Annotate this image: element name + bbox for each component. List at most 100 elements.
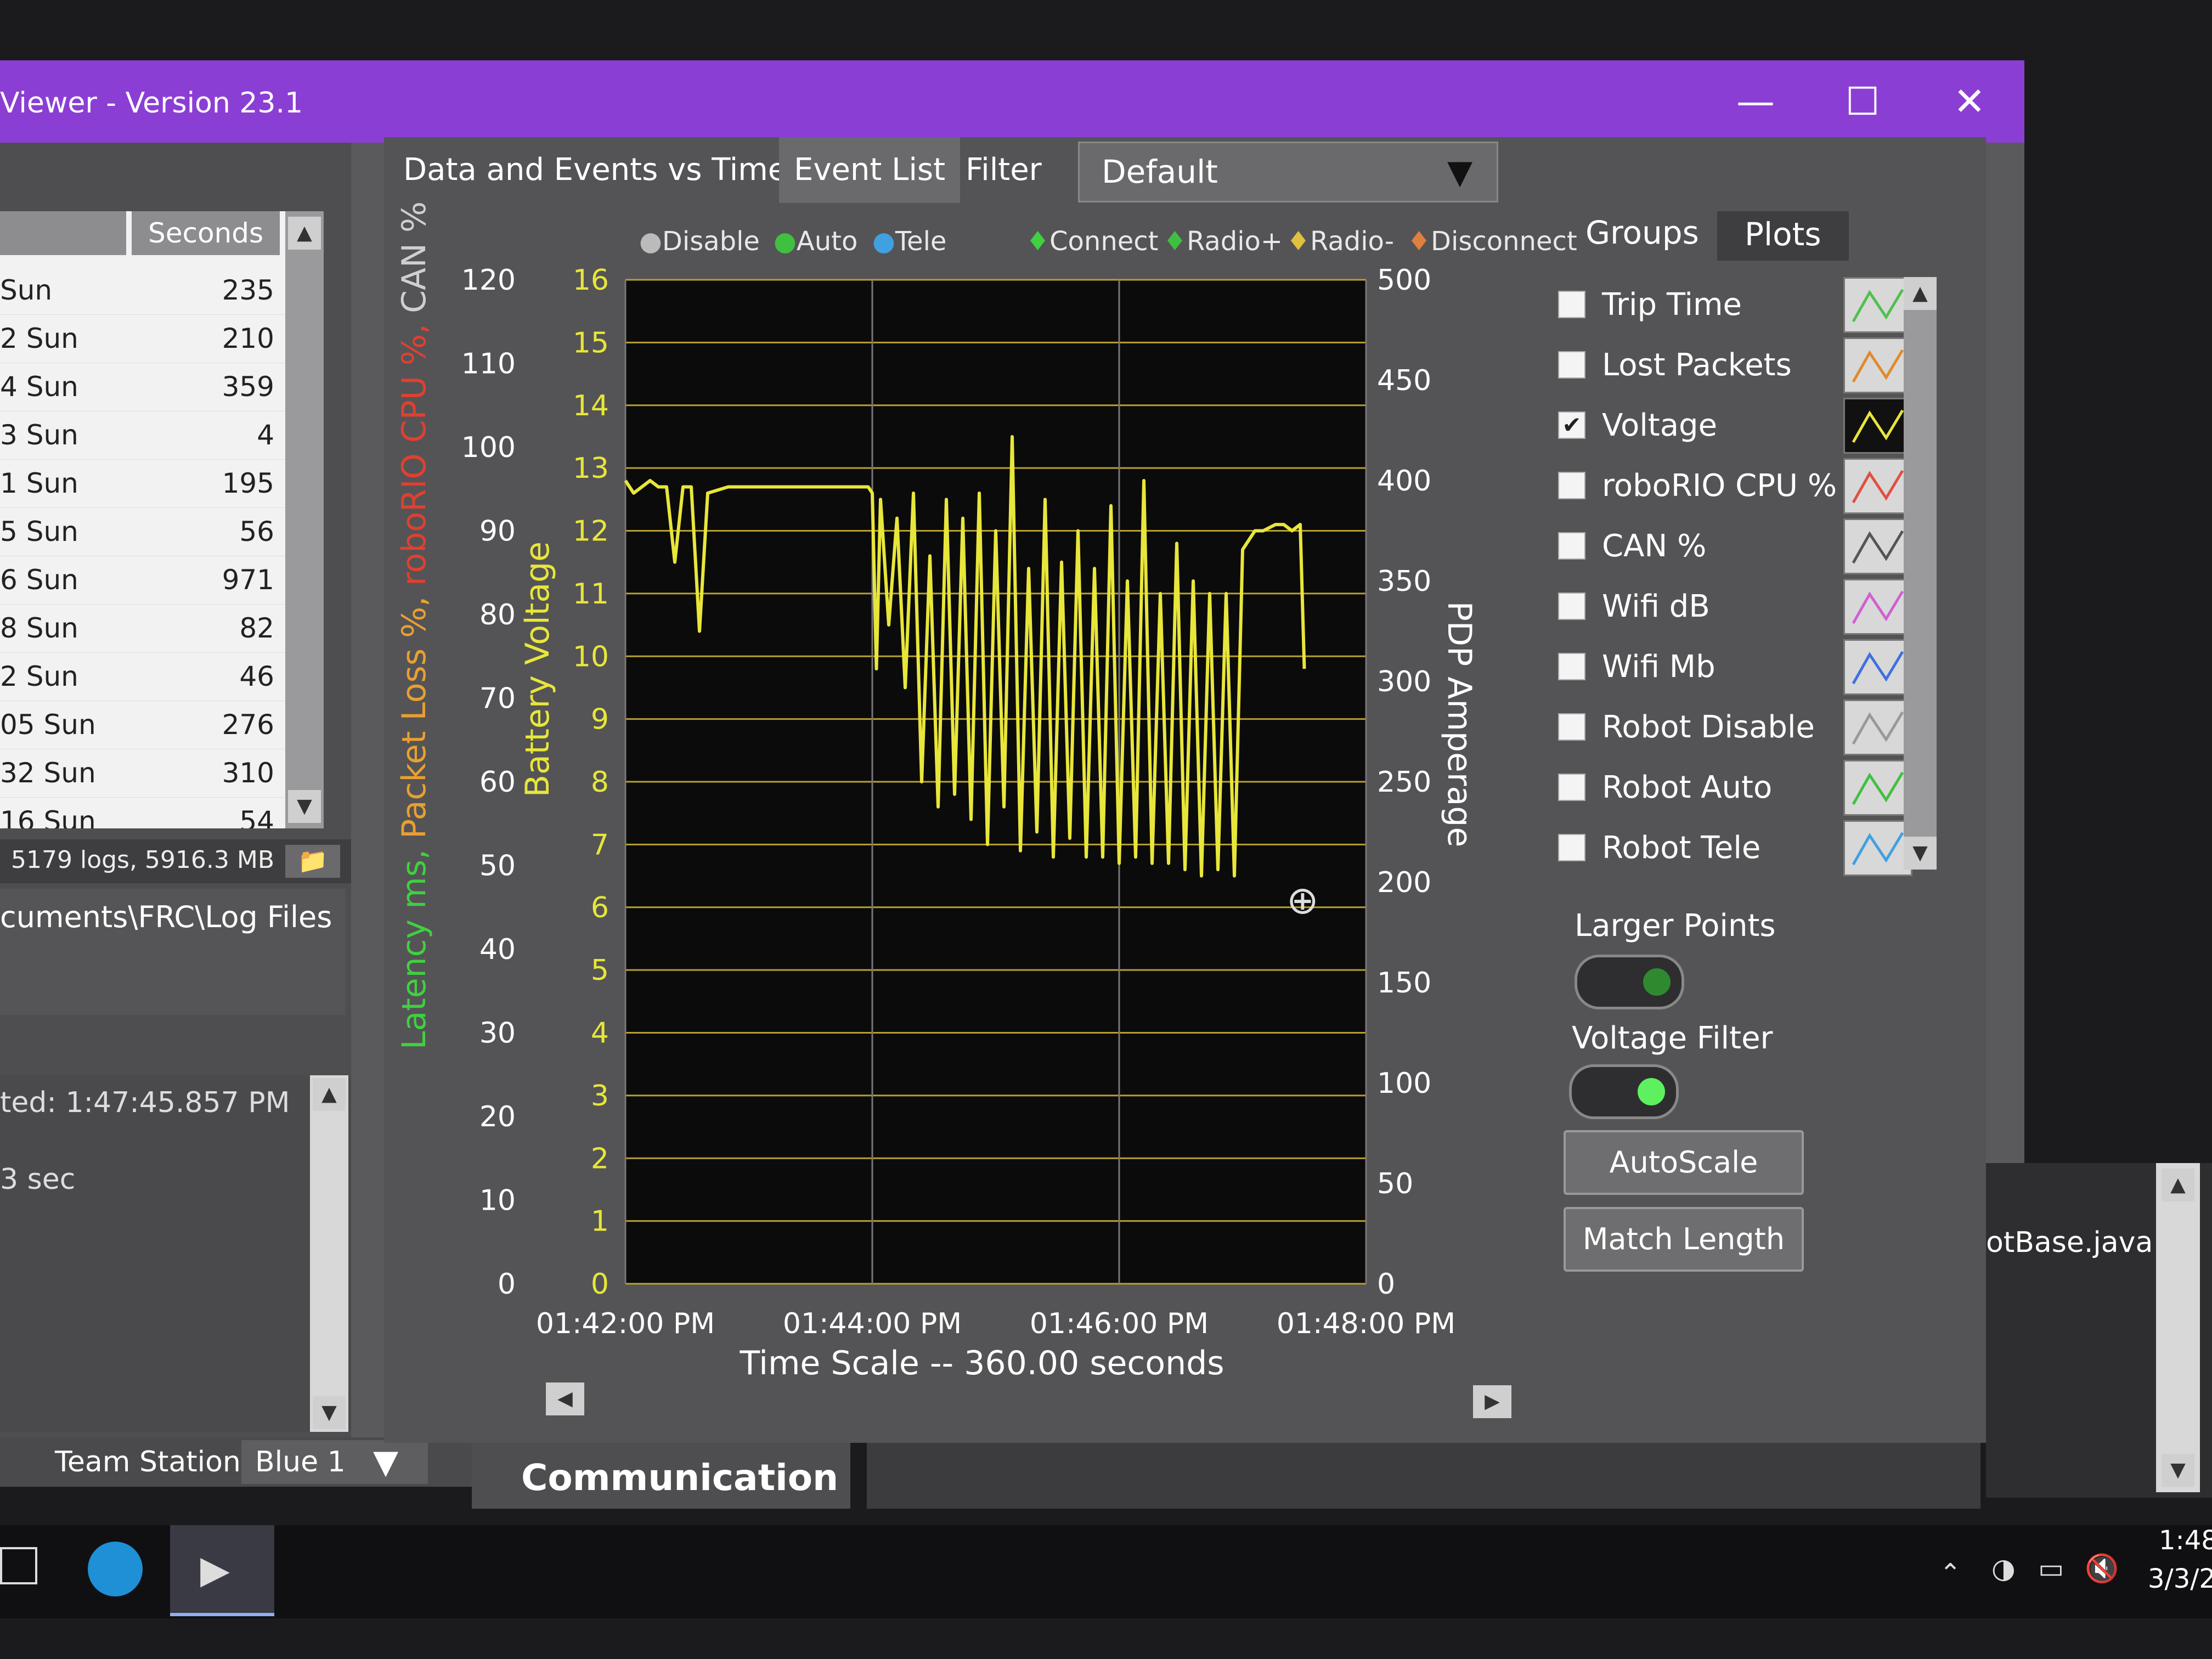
y3-tick-label: 300 xyxy=(1377,665,1431,698)
plot-toggle-row[interactable]: Robot Disable xyxy=(1558,699,1942,755)
plot-label: Lost Packets xyxy=(1602,347,1792,383)
plot-checkbox[interactable] xyxy=(1558,532,1585,560)
plot-label: Voltage xyxy=(1602,408,1718,443)
plot-checkbox[interactable] xyxy=(1558,472,1585,499)
plot-label: roboRIO CPU % xyxy=(1602,468,1837,504)
x-tick-label: 01:46:00 PM xyxy=(1030,1307,1209,1340)
voltage-filter-label: Voltage Filter xyxy=(1572,1020,1773,1056)
plot-checkbox[interactable] xyxy=(1558,774,1585,801)
plot-swatch-icon[interactable] xyxy=(1843,277,1912,333)
scroll-up-icon[interactable]: ▲ xyxy=(1904,277,1937,310)
y2-tick-label: 5 xyxy=(591,954,609,987)
taskbar: ▶ ⌃ ◑ ▭ 🔇 1:48 3/3/2 xyxy=(0,1525,2212,1618)
plot-toggle-row[interactable]: Wifi dB xyxy=(1558,579,1942,635)
wifi-icon[interactable]: ◑ xyxy=(1991,1553,2016,1584)
x-tick-label: 01:48:00 PM xyxy=(1277,1307,1455,1340)
y1-axis-title: Latency ms, Packet Loss %, roboRIO CPU %… xyxy=(395,159,433,1092)
chevron-up-icon[interactable]: ⌃ xyxy=(1939,1558,1961,1589)
y2-tick-label: 7 xyxy=(591,828,609,861)
edge-browser-icon[interactable] xyxy=(88,1542,143,1596)
y3-tick-label: 200 xyxy=(1377,866,1431,899)
plot-swatch-icon[interactable] xyxy=(1843,820,1912,876)
y1-tick-label: 110 xyxy=(461,348,516,381)
autoscale-button[interactable]: AutoScale xyxy=(1564,1130,1804,1195)
desktop-icon[interactable] xyxy=(0,1547,37,1584)
y2-tick-label: 12 xyxy=(573,515,609,548)
plot-swatch-icon[interactable] xyxy=(1843,579,1912,635)
y1-tick-label: 90 xyxy=(479,515,516,548)
plot-checkbox[interactable] xyxy=(1558,653,1585,680)
plot-toggle-row[interactable]: Lost Packets xyxy=(1558,337,1942,393)
plot-swatch-icon[interactable] xyxy=(1843,760,1912,816)
log-viewer-taskbar-icon[interactable]: ▶ xyxy=(170,1525,274,1616)
plot-label: Robot Disable xyxy=(1602,709,1815,745)
y1-tick-label: 70 xyxy=(479,682,516,715)
plot-swatch-icon[interactable] xyxy=(1843,398,1912,454)
y3-tick-label: 100 xyxy=(1377,1067,1431,1100)
y2-tick-label: 13 xyxy=(573,452,609,485)
y3-tick-label: 350 xyxy=(1377,565,1431,598)
plot-toggle-row[interactable]: ✔ Voltage xyxy=(1558,398,1942,454)
toggle-led-icon xyxy=(1643,968,1671,996)
scroll-left-icon[interactable]: ◀ xyxy=(546,1383,584,1415)
plot-toggle-row[interactable]: Wifi Mb xyxy=(1558,639,1942,695)
match-length-button[interactable]: Match Length xyxy=(1564,1207,1804,1272)
plot-checkbox[interactable] xyxy=(1558,351,1585,379)
plot-checkbox[interactable]: ✔ xyxy=(1558,411,1585,439)
plot-swatch-icon[interactable] xyxy=(1843,699,1912,755)
plots-scrollbar[interactable]: ▲ ▼ xyxy=(1904,277,1937,870)
y2-axis-title: Battery Voltage xyxy=(518,541,557,798)
x-tick-label: 01:42:00 PM xyxy=(536,1307,715,1340)
y1-title-cpu: roboRIO CPU %, xyxy=(395,313,433,586)
y2-tick-label: 10 xyxy=(573,640,609,673)
play-icon: ▶ xyxy=(200,1547,230,1592)
plot-checkbox[interactable] xyxy=(1558,713,1585,741)
y3-tick-label: 250 xyxy=(1377,766,1431,799)
y1-tick-label: 50 xyxy=(479,850,516,883)
plot-label: Robot Tele xyxy=(1602,830,1761,866)
plot-label: Wifi dB xyxy=(1602,589,1710,624)
plot-toggle-row[interactable]: Robot Auto xyxy=(1558,760,1942,816)
larger-points-toggle[interactable] xyxy=(1575,955,1684,1009)
y2-tick-label: 0 xyxy=(591,1268,609,1301)
y2-tick-label: 14 xyxy=(573,390,609,422)
plot-label: Robot Auto xyxy=(1602,770,1773,805)
y1-tick-label: 120 xyxy=(461,264,516,297)
plot-toggle-row[interactable]: CAN % xyxy=(1558,518,1942,574)
y2-tick-label: 15 xyxy=(573,326,609,359)
y2-tick-label: 9 xyxy=(591,703,609,736)
y3-tick-label: 450 xyxy=(1377,364,1431,397)
plot-swatch-icon[interactable] xyxy=(1843,337,1912,393)
y2-tick-label: 3 xyxy=(591,1080,609,1113)
x-axis-title: Time Scale -- 360.00 seconds xyxy=(740,1344,1224,1383)
plot-swatch-icon[interactable] xyxy=(1843,458,1912,514)
clock-time[interactable]: 1:48 xyxy=(2159,1525,2212,1556)
plot-swatch-icon[interactable] xyxy=(1843,518,1912,574)
plot-checkbox[interactable] xyxy=(1558,834,1585,861)
y1-tick-label: 80 xyxy=(479,599,516,631)
plot-swatch-icon[interactable] xyxy=(1843,639,1912,695)
plot-label: Wifi Mb xyxy=(1602,649,1716,685)
battery-icon[interactable]: ▭ xyxy=(2038,1553,2064,1584)
y2-tick-label: 6 xyxy=(591,891,609,924)
y2-tick-label: 8 xyxy=(591,766,609,799)
plot-label: CAN % xyxy=(1602,528,1707,564)
volume-muted-icon[interactable]: 🔇 xyxy=(2085,1553,2119,1585)
plot-toggle-row[interactable]: Trip Time xyxy=(1558,277,1942,333)
plot-checkbox[interactable] xyxy=(1558,592,1585,620)
plot-checkbox[interactable] xyxy=(1558,291,1585,318)
scroll-right-icon[interactable]: ▶ xyxy=(1473,1385,1511,1418)
y1-tick-label: 0 xyxy=(498,1268,516,1301)
voltage-filter-toggle[interactable] xyxy=(1569,1064,1679,1119)
scroll-down-icon[interactable]: ▼ xyxy=(1904,837,1937,870)
plot-toggle-row[interactable]: Robot Tele xyxy=(1558,820,1942,876)
y2-tick-label: 1 xyxy=(591,1205,609,1238)
y1-tick-label: 40 xyxy=(479,933,516,966)
y2-tick-label: 2 xyxy=(591,1142,609,1175)
y1-title-packet: Packet Loss %, xyxy=(395,585,433,839)
plot-toggle-row[interactable]: roboRIO CPU % xyxy=(1558,458,1942,514)
clock-date[interactable]: 3/3/2 xyxy=(2148,1564,2212,1594)
y2-tick-label: 4 xyxy=(591,1017,609,1050)
larger-points-label: Larger Points xyxy=(1575,908,1776,944)
x-tick-label: 01:44:00 PM xyxy=(783,1307,962,1340)
